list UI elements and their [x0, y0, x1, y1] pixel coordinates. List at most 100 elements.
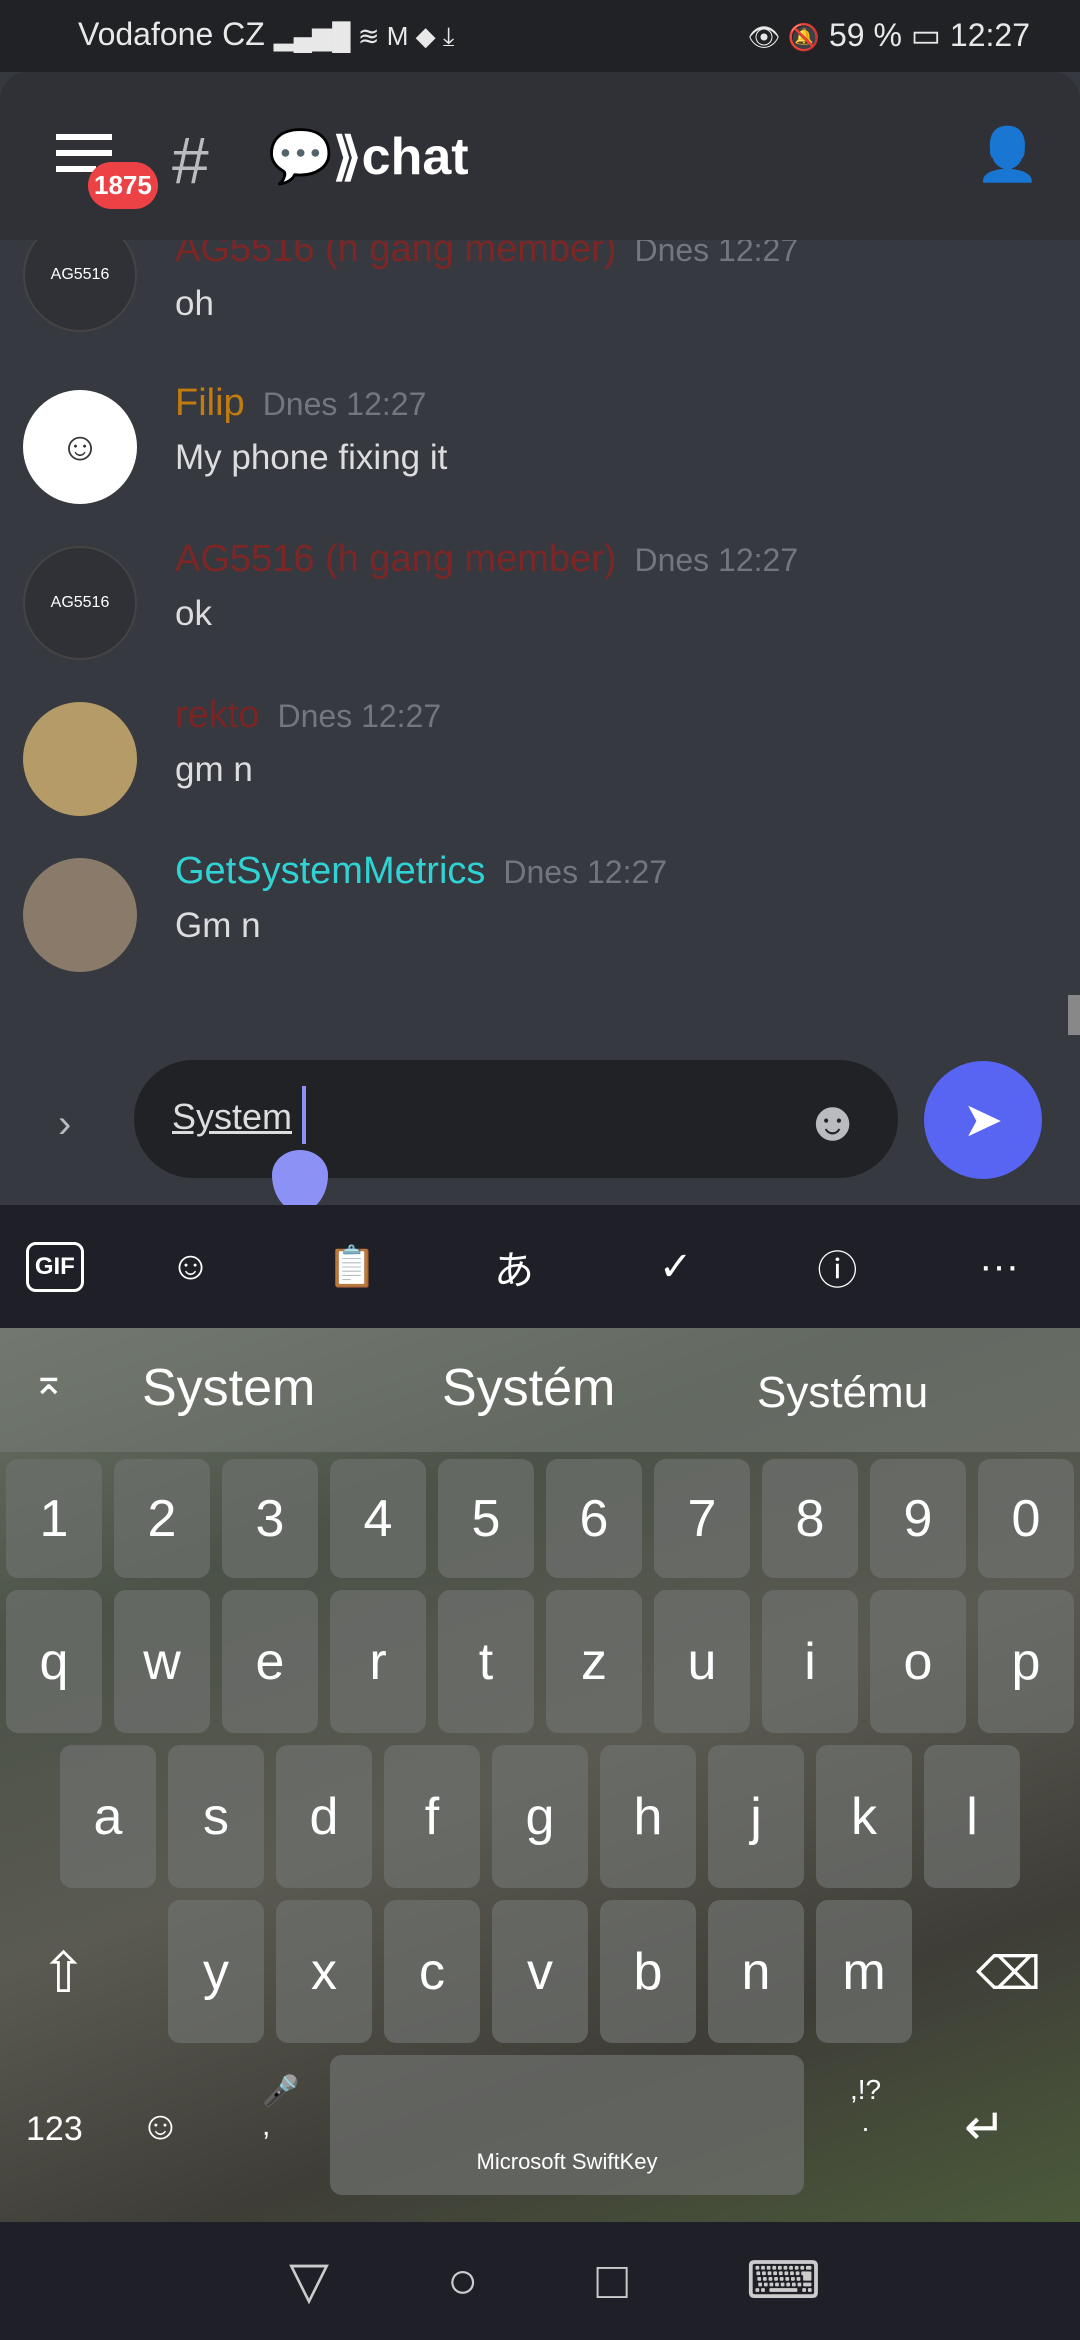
key-9[interactable]: 9 — [870, 1459, 966, 1578]
key-1[interactable]: 1 — [6, 1459, 102, 1578]
keyboard: ⌅ System Systém Systému 1234567890qwertz… — [0, 1328, 1080, 2222]
enter-icon[interactable]: ↵ — [964, 2098, 1006, 2156]
message: rekto Dnes 12:27 gm n — [0, 694, 1080, 844]
sticker-icon[interactable]: ☺ — [136, 1244, 246, 1289]
key-f[interactable]: f — [384, 1745, 480, 1888]
emoji-icon[interactable]: ☻ — [803, 1088, 862, 1153]
key-l[interactable]: l — [924, 1745, 1020, 1888]
translate-icon[interactable]: あ — [459, 1238, 569, 1296]
clipboard-icon[interactable]: 📋 — [297, 1243, 407, 1290]
author-name[interactable]: GetSystemMetrics — [175, 850, 485, 892]
battery-icon: ▭ — [910, 17, 942, 53]
avatar[interactable] — [23, 858, 137, 972]
key-s[interactable]: s — [168, 1745, 264, 1888]
message-text: Gm n — [175, 906, 261, 945]
key-u[interactable]: u — [654, 1590, 750, 1733]
key-k[interactable]: k — [816, 1745, 912, 1888]
key-e[interactable]: e — [222, 1590, 318, 1733]
author-name[interactable]: AG5516 (h gang member) — [175, 538, 616, 580]
key-z[interactable]: z — [546, 1590, 642, 1733]
collapse-icon[interactable]: ⌅ — [32, 1358, 66, 1404]
key-x[interactable]: x — [276, 1900, 372, 2043]
carrier: Vodafone CZ — [78, 16, 265, 52]
status-icons: ▂▄▆█ ≋ M ◆ ⤓ — [273, 21, 455, 51]
key-g[interactable]: g — [492, 1745, 588, 1888]
keyboard-toolbar: GIF ☺ 📋 あ ✓ ⓘ ··· — [0, 1205, 1080, 1328]
message-list[interactable]: AG5516 AG5516 (h gang member) Dnes 12:27 … — [0, 240, 1080, 1050]
key-t[interactable]: t — [438, 1590, 534, 1733]
key-0[interactable]: 0 — [978, 1459, 1074, 1578]
emoji-key-icon[interactable]: ☺ — [140, 2104, 181, 2149]
avatar[interactable]: AG5516 — [23, 546, 137, 660]
mic-comma-key[interactable]: 🎤, — [262, 2074, 299, 2143]
channel-title[interactable]: 💬⟫chat — [268, 126, 469, 187]
key-4[interactable]: 4 — [330, 1459, 426, 1578]
more-icon[interactable]: ··· — [944, 1244, 1054, 1289]
key-r[interactable]: r — [330, 1590, 426, 1733]
author-name[interactable]: rekto — [175, 694, 259, 736]
timestamp: Dnes 12:27 — [634, 542, 799, 578]
key-w[interactable]: w — [114, 1590, 210, 1733]
key-n[interactable]: n — [708, 1900, 804, 2043]
cursor-handle[interactable] — [272, 1150, 328, 1212]
suggestion[interactable]: System — [142, 1358, 315, 1418]
key-q[interactable]: q — [6, 1590, 102, 1733]
period-key[interactable]: ,!?. — [850, 2074, 881, 2138]
key-a[interactable]: a — [60, 1745, 156, 1888]
todo-check-icon[interactable]: ✓ — [621, 1244, 731, 1290]
timestamp: Dnes 12:27 — [634, 240, 799, 268]
backspace-icon[interactable]: ⌫ — [976, 1946, 1041, 2000]
key-d[interactable]: d — [276, 1745, 372, 1888]
members-icon[interactable]: 👤 — [975, 124, 1040, 185]
clock: 12:27 — [949, 17, 1030, 53]
space-key[interactable]: Microsoft SwiftKey — [330, 2055, 804, 2195]
key-o[interactable]: o — [870, 1590, 966, 1733]
key-6[interactable]: 6 — [546, 1459, 642, 1578]
suggestion[interactable]: Systém — [442, 1358, 615, 1418]
timestamp: Dnes 12:27 — [277, 698, 442, 734]
key-y[interactable]: y — [168, 1900, 264, 2043]
avatar[interactable]: ☺ — [23, 390, 137, 504]
key-2[interactable]: 2 — [114, 1459, 210, 1578]
key-h[interactable]: h — [600, 1745, 696, 1888]
avatar[interactable]: AG5516 — [23, 240, 137, 332]
recents-icon[interactable]: □ — [596, 2251, 627, 2311]
key-i[interactable]: i — [762, 1590, 858, 1733]
chevron-right-icon[interactable]: › — [58, 1102, 71, 1147]
scrollbar[interactable] — [1068, 995, 1080, 1035]
send-button[interactable]: ➤ — [924, 1061, 1042, 1179]
author-name[interactable]: Filip — [175, 382, 245, 424]
key-j[interactable]: j — [708, 1745, 804, 1888]
message-text: ok — [175, 594, 212, 633]
unread-badge: 1875 — [88, 162, 158, 209]
suggestion[interactable]: Systému — [757, 1368, 928, 1418]
locked-channel-icon: # — [172, 123, 209, 197]
composer: › System ☻ ➤ — [0, 1050, 1080, 1212]
status-right-icons: 👁 🔕 — [747, 22, 821, 52]
numbers-key[interactable]: 123 — [26, 2110, 83, 2149]
status-bar: Vodafone CZ ▂▄▆█ ≋ M ◆ ⤓ 👁 🔕 59 % ▭ 12:2… — [0, 0, 1080, 72]
key-8[interactable]: 8 — [762, 1459, 858, 1578]
home-icon[interactable]: ○ — [447, 2251, 478, 2311]
message-input-value[interactable]: System — [172, 1096, 292, 1138]
timestamp: Dnes 12:27 — [262, 386, 427, 422]
key-m[interactable]: m — [816, 1900, 912, 2043]
key-3[interactable]: 3 — [222, 1459, 318, 1578]
keyboard-icon[interactable]: ⌨ — [746, 2251, 821, 2311]
send-icon: ➤ — [962, 1094, 1004, 1147]
key-p[interactable]: p — [978, 1590, 1074, 1733]
key-7[interactable]: 7 — [654, 1459, 750, 1578]
info-icon[interactable]: ⓘ — [782, 1238, 892, 1296]
shift-icon[interactable]: ⇧ — [40, 1940, 87, 2006]
key-c[interactable]: c — [384, 1900, 480, 2043]
avatar[interactable] — [23, 702, 137, 816]
gif-button[interactable]: GIF — [25, 1241, 84, 1292]
key-v[interactable]: v — [492, 1900, 588, 2043]
message: ☺ Filip Dnes 12:27 My phone fixing it — [0, 382, 1080, 532]
message-input[interactable]: System ☻ — [134, 1060, 898, 1212]
back-icon[interactable]: ▽ — [289, 2251, 329, 2311]
key-5[interactable]: 5 — [438, 1459, 534, 1578]
author-name[interactable]: AG5516 (h gang member) — [175, 240, 616, 270]
message-text: gm n — [175, 750, 253, 789]
key-b[interactable]: b — [600, 1900, 696, 2043]
